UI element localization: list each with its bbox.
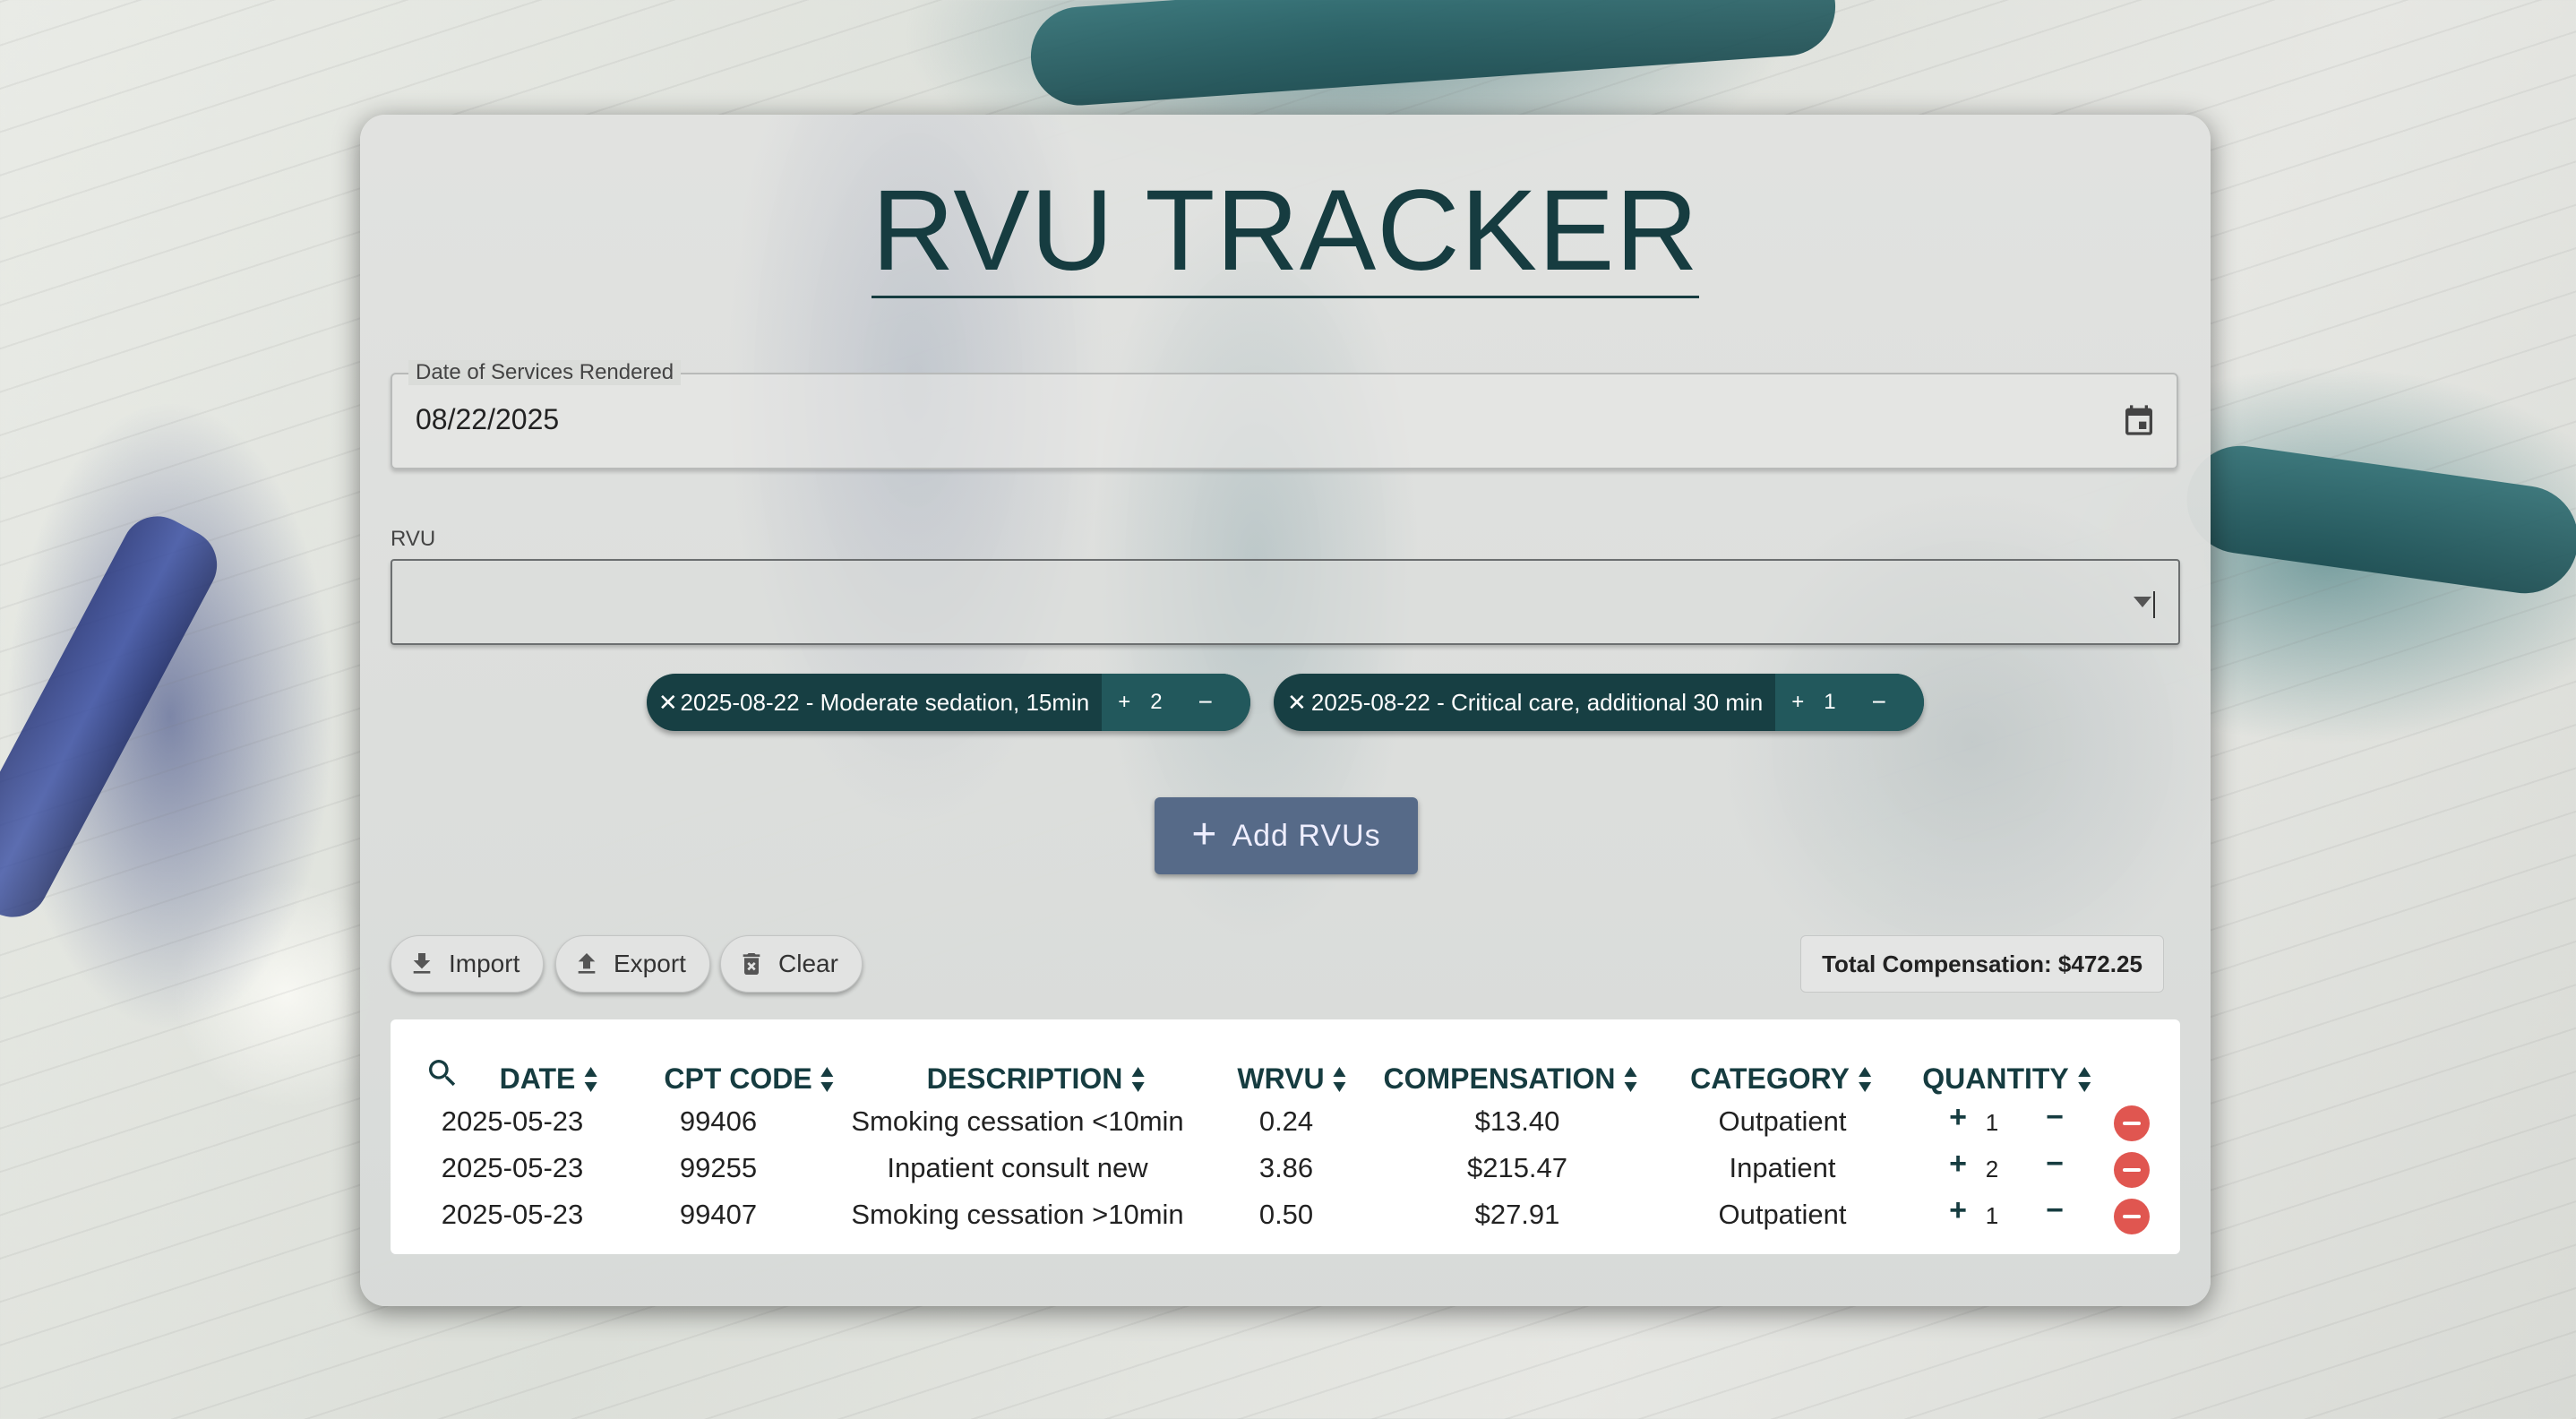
cell-cpt: 99255 — [679, 1152, 758, 1183]
export-label: Export — [614, 950, 686, 977]
calendar-icon[interactable] — [2121, 401, 2157, 439]
cell-description: Inpatient consult new — [887, 1152, 1148, 1183]
chip-quantity: 1 — [1824, 690, 1836, 714]
quantity-decrement-button[interactable]: − — [2046, 1147, 2064, 1182]
cell-wrvu: 0.50 — [1258, 1199, 1314, 1230]
column-header-wrvu[interactable]: WRVU — [1237, 1062, 1346, 1096]
delete-row-button[interactable] — [2114, 1152, 2150, 1188]
text-cursor — [2153, 591, 2155, 618]
cell-wrvu: 0.24 — [1258, 1105, 1314, 1137]
chip-decrement-button[interactable]: − — [1856, 688, 1908, 717]
chip-decrement-button[interactable]: − — [1182, 688, 1234, 717]
selected-rvu-chip: ✕ 2025-08-22 - Critical care, additional… — [1274, 674, 1924, 731]
sort-icon[interactable] — [584, 1066, 597, 1092]
date-field-label: Date of Services Rendered — [408, 360, 682, 385]
sort-icon[interactable] — [1858, 1066, 1871, 1092]
column-header-cpt-code[interactable]: CPT CODE — [664, 1062, 834, 1096]
column-header-label: COMPENSATION — [1383, 1062, 1616, 1095]
sort-icon[interactable] — [820, 1066, 834, 1092]
clear-button[interactable]: Clear — [720, 935, 863, 993]
download-icon — [413, 953, 431, 974]
cell-category: Outpatient — [1718, 1199, 1847, 1230]
delete-row-button[interactable] — [2114, 1105, 2150, 1141]
trash-icon — [743, 953, 760, 975]
delete-row-button[interactable] — [2114, 1199, 2150, 1234]
cell-date: 2025-05-23 — [441, 1105, 584, 1137]
import-button[interactable]: Import — [391, 935, 545, 993]
import-label: Import — [449, 950, 520, 977]
column-header-label: DESCRIPTION — [926, 1062, 1123, 1095]
cell-compensation: $215.47 — [1466, 1152, 1568, 1183]
add-rvus-label: Add RVUs — [1232, 818, 1381, 853]
date-field[interactable]: Date of Services Rendered 08/22/2025 — [391, 360, 2178, 469]
search-icon[interactable] — [425, 1055, 460, 1091]
close-icon[interactable]: ✕ — [647, 689, 681, 717]
column-header-label: CPT CODE — [664, 1062, 812, 1095]
cell-category: Outpatient — [1718, 1105, 1847, 1137]
rvu-label: RVU — [391, 527, 436, 551]
quantity-increment-button[interactable]: + — [1949, 1147, 1967, 1182]
cell-date: 2025-05-23 — [441, 1152, 584, 1183]
close-icon[interactable]: ✕ — [1274, 689, 1311, 717]
chevron-down-icon[interactable] — [2134, 597, 2151, 607]
rvu-select[interactable] — [391, 559, 2180, 645]
add-rvus-button[interactable]: + Add RVUs — [1155, 797, 1418, 874]
chip-quantity: 2 — [1150, 690, 1163, 714]
column-header-date[interactable]: DATE — [500, 1062, 597, 1096]
clear-label: Clear — [778, 950, 838, 977]
cell-compensation: $27.91 — [1474, 1199, 1560, 1230]
selected-rvu-chip: ✕ 2025-08-22 - Moderate sedation, 15min … — [647, 674, 1250, 731]
sort-icon[interactable] — [2077, 1066, 2091, 1092]
quantity-value: 2 — [1985, 1156, 1999, 1182]
cell-wrvu: 3.86 — [1258, 1152, 1314, 1183]
sort-icon[interactable] — [1131, 1066, 1145, 1092]
upload-icon — [578, 953, 596, 974]
chip-increment-button[interactable]: + — [1118, 690, 1130, 715]
column-header-label: QUANTITY — [1922, 1062, 2069, 1095]
total-compensation: Total Compensation: $472.25 — [1800, 935, 2164, 993]
column-header-compensation[interactable]: COMPENSATION — [1384, 1062, 1637, 1096]
main-card: RVU TRACKER Date of Services Rendered 08… — [360, 115, 2211, 1306]
cell-description: Smoking cessation >10min — [851, 1199, 1184, 1230]
sort-icon[interactable] — [1333, 1066, 1346, 1092]
export-button[interactable]: Export — [555, 935, 710, 993]
column-header-label: DATE — [499, 1062, 576, 1095]
quantity-value: 1 — [1985, 1109, 1999, 1136]
page-title-wrap: RVU TRACKER — [360, 168, 2211, 298]
quantity-value: 1 — [1985, 1202, 1999, 1229]
column-header-quantity[interactable]: QUANTITY — [1922, 1062, 2091, 1096]
cell-compensation: $13.40 — [1474, 1105, 1560, 1137]
sort-icon[interactable] — [1624, 1066, 1637, 1092]
cell-category: Inpatient — [1729, 1152, 1836, 1183]
column-header-label: CATEGORY — [1690, 1062, 1850, 1095]
column-header-label: WRVU — [1237, 1062, 1325, 1095]
quantity-increment-button[interactable]: + — [1949, 1193, 1967, 1228]
column-header-description[interactable]: DESCRIPTION — [927, 1062, 1145, 1096]
cell-cpt: 99406 — [679, 1105, 758, 1137]
quantity-decrement-button[interactable]: − — [2046, 1193, 2064, 1228]
plus-icon: + — [1191, 810, 1218, 858]
chip-label: 2025-08-22 - Moderate sedation, 15min — [680, 688, 1090, 716]
chip-label: 2025-08-22 - Critical care, additional 3… — [1310, 688, 1764, 716]
cell-date: 2025-05-23 — [441, 1199, 584, 1230]
column-header-category[interactable]: CATEGORY — [1690, 1062, 1871, 1096]
page-title: RVU TRACKER — [872, 168, 1699, 298]
chip-increment-button[interactable]: + — [1791, 690, 1804, 715]
quantity-decrement-button[interactable]: − — [2046, 1100, 2064, 1135]
quantity-increment-button[interactable]: + — [1949, 1100, 1967, 1135]
chip-quantity-stepper: + 1 − — [1775, 674, 1924, 731]
cell-description: Smoking cessation <10min — [851, 1105, 1184, 1137]
chip-quantity-stepper: + 2 − — [1102, 674, 1250, 731]
rvu-table: DATE CPT CODE DESCRIPTION WRVU COMPENSAT… — [391, 1019, 2180, 1254]
cell-cpt: 99407 — [679, 1199, 758, 1230]
date-field-value[interactable]: 08/22/2025 — [416, 403, 559, 436]
